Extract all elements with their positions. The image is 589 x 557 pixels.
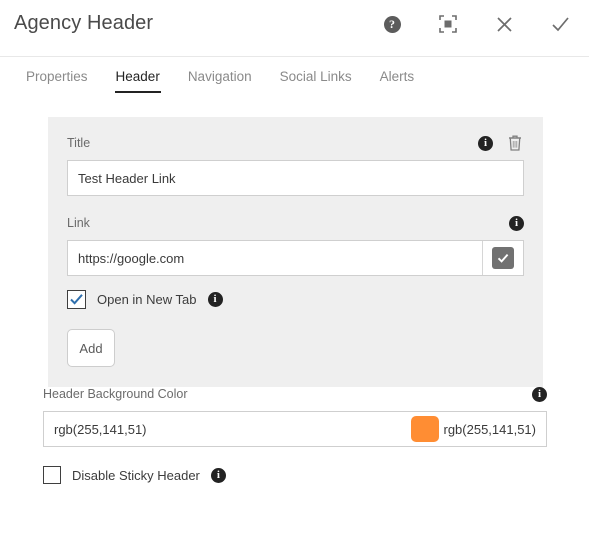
header-link-item-panel: Title i Link i (48, 117, 543, 387)
link-field-label: Link (67, 216, 90, 230)
background-color-input-wrap[interactable]: rgb(255,141,51) rgb(255,141,51) (43, 411, 547, 447)
disable-sticky-checkbox[interactable] (43, 466, 61, 484)
close-icon[interactable] (493, 13, 515, 35)
close-icon-svg (496, 16, 512, 32)
trash-icon[interactable] (506, 134, 524, 152)
title-info-icon[interactable]: i (478, 135, 493, 151)
confirm-icon[interactable] (549, 13, 571, 35)
open-new-tab-checkbox[interactable] (67, 290, 86, 309)
link-input-group (67, 240, 524, 276)
help-icon-glyph: ? (383, 15, 401, 33)
open-new-tab-label: Open in New Tab (97, 292, 197, 307)
disable-sticky-row: Disable Sticky Header i (43, 466, 547, 484)
confirm-icon-svg (551, 16, 569, 31)
background-color-info-icon[interactable]: i (532, 386, 547, 402)
fullscreen-icon-svg (439, 15, 457, 33)
link-input[interactable] (68, 241, 483, 275)
tab-alerts[interactable]: Alerts (366, 69, 429, 93)
color-swatch[interactable] (411, 416, 440, 442)
link-info-icon[interactable]: i (509, 215, 524, 231)
page-title: Agency Header (14, 12, 154, 34)
window-header: Agency Header ? (0, 0, 589, 57)
background-color-header: Header Background Color i (43, 385, 547, 403)
header-action-bar: ? (381, 13, 571, 35)
header-settings-section: Header Background Color i rgb(255,141,51… (43, 385, 547, 484)
title-field-header: Title i (67, 133, 524, 153)
tab-properties[interactable]: Properties (12, 69, 102, 93)
add-button[interactable]: Add (67, 329, 115, 367)
check-icon-svg (497, 253, 509, 263)
title-field-label: Title (67, 136, 91, 150)
check-icon (492, 247, 514, 269)
help-icon[interactable]: ? (381, 13, 403, 35)
checkmark-icon (70, 294, 83, 305)
disable-sticky-info-icon[interactable]: i (210, 467, 226, 483)
open-new-tab-info-icon[interactable]: i (207, 292, 223, 307)
link-field-header: Link i (67, 213, 524, 233)
disable-sticky-label: Disable Sticky Header (72, 467, 200, 483)
trash-icon-svg (509, 135, 521, 151)
tab-social-links[interactable]: Social Links (266, 69, 366, 93)
tab-header[interactable]: Header (102, 69, 174, 93)
background-color-echo: rgb(255,141,51) (443, 421, 536, 437)
tab-bar: Properties Header Navigation Social Link… (0, 57, 589, 97)
open-new-tab-row: Open in New Tab i (67, 290, 524, 309)
link-validate-button[interactable] (483, 241, 523, 275)
background-color-value: rgb(255,141,51) (54, 421, 147, 437)
background-color-label: Header Background Color (43, 387, 188, 401)
title-input[interactable] (67, 160, 524, 196)
tab-navigation[interactable]: Navigation (174, 69, 266, 93)
fullscreen-icon[interactable] (437, 13, 459, 35)
